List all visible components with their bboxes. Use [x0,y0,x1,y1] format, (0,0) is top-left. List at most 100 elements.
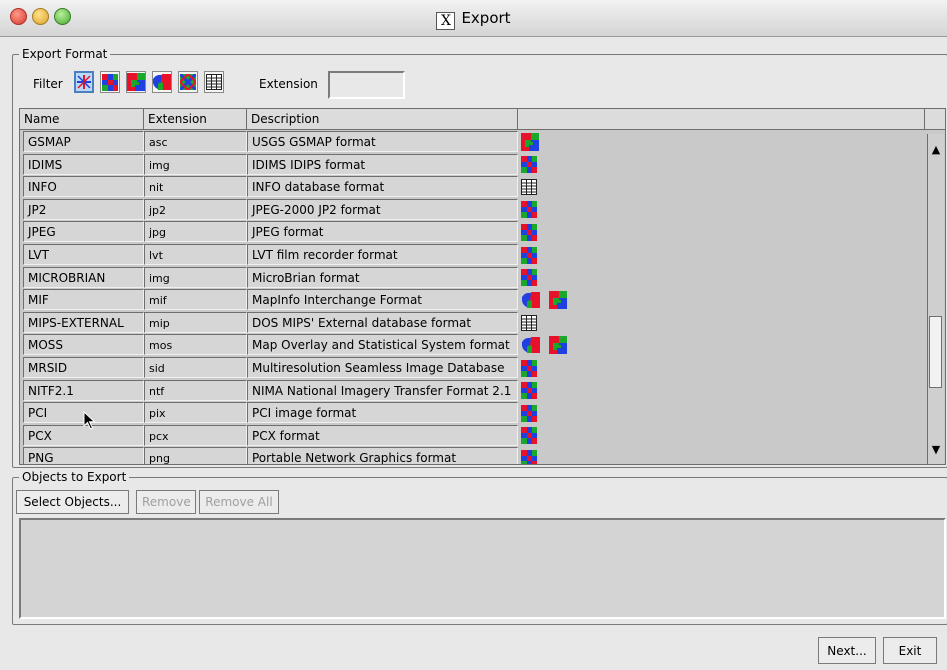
format-type-icons [521,200,537,220]
format-description: LVT film recorder format [247,244,518,265]
x11-icon: X [436,12,456,30]
format-description: Multiresolution Seamless Image Database [247,357,518,378]
raster-icon [102,73,118,91]
format-extension: pcx [144,424,247,446]
mouse-cursor-icon [83,411,96,430]
format-name: LVT [23,244,144,265]
format-name: MRSID [23,357,144,378]
database-icon [521,179,537,196]
remove-button[interactable]: Remove [136,490,196,514]
format-description: MicroBrian format [247,266,518,288]
filter-label: Filter [33,77,63,91]
format-type-icons [521,335,567,355]
format-extension: jp2 [144,198,247,220]
table-row[interactable]: MICROBRIAN img MicroBrian format [20,266,925,289]
format-type-icons [521,313,537,333]
title-bar: X Export [0,0,947,37]
raster-icon [521,201,537,219]
vector-icon [521,133,539,151]
table-row[interactable]: LVT lvt LVT film recorder format [20,243,925,266]
filter-cad-button[interactable] [152,71,172,93]
remove-all-button[interactable]: Remove All [199,490,279,514]
format-name: JPEG [23,221,144,243]
exit-button[interactable]: Exit [883,637,937,664]
objects-list[interactable] [19,518,946,619]
vector-icon [127,73,145,91]
table-row[interactable]: MIF mif MapInfo Interchange Format [20,288,925,311]
format-extension: img [144,266,247,288]
select-objects-button[interactable]: Select Objects... [16,490,129,514]
format-extension: png [144,447,247,464]
table-row[interactable]: JP2 jp2 JPEG-2000 JP2 format [20,198,925,221]
format-type-icons [521,177,537,197]
table-row[interactable]: IDIMS img IDIMS IDIPS format [20,153,925,176]
raster-icon [521,404,537,422]
extension-input[interactable] [328,71,405,99]
format-name: MOSS [23,334,144,356]
database-icon [521,314,537,331]
table-row[interactable]: GSMAP asc USGS GSMAP format [20,130,925,153]
export-format-legend: Export Format [19,46,111,62]
format-description: Portable Network Graphics format [247,447,518,464]
header-name[interactable]: Name [20,109,144,129]
vector-icon [549,291,567,310]
vector-icon [549,336,567,355]
header-extension[interactable]: Extension [144,109,247,129]
format-name: MICROBRIAN [23,266,144,288]
database-icon [206,74,222,90]
table-row[interactable]: MOSS mos Map Overlay and Statistical Syste… [20,333,925,356]
filter-database-button[interactable] [204,71,224,93]
extension-label: Extension [259,77,318,91]
objects-to-export-legend: Objects to Export [19,469,130,485]
table-row[interactable]: PCX pcx PCX format [20,424,925,447]
format-name: IDIMS [23,153,144,175]
format-type-icons [521,132,539,152]
scroll-thumb[interactable] [929,316,942,388]
all-types-icon [76,74,92,90]
header-description[interactable]: Description [247,109,518,129]
filter-vector-button[interactable] [126,71,146,93]
table-row[interactable]: MRSID sid Multiresolution Seamless Image D… [20,356,925,379]
format-description: PCX format [247,424,518,446]
format-name: INFO [23,176,144,198]
table-row[interactable]: MIPS-EXTERNAL mip DOS MIPS' External datab… [20,311,925,334]
next-button[interactable]: Next... [818,637,876,664]
format-description: JPEG-2000 JP2 format [247,198,518,220]
tin-icon [180,74,196,90]
format-name: NITF2.1 [23,379,144,401]
format-name: PNG [23,447,144,464]
format-type-icons [521,290,567,310]
raster-icon [521,449,537,464]
table-row[interactable]: JPEG jpg JPEG format [20,220,925,243]
format-description: Map Overlay and Statistical System forma… [247,334,518,356]
table-row[interactable]: PCI pix PCI image format [20,401,925,424]
table-row[interactable]: PNG png Portable Network Graphics format [20,446,925,464]
format-name: GSMAP [23,131,144,152]
scroll-down-arrow-icon[interactable]: ▼ [928,442,944,458]
cad-icon [152,73,172,91]
format-description: PCI image format [247,402,518,424]
format-description: INFO database format [247,176,518,198]
format-type-icons [521,426,537,446]
filter-all-types-button[interactable] [74,71,94,93]
format-description: USGS GSMAP format [247,131,518,152]
raster-icon [521,269,537,287]
format-type-icons [521,448,537,464]
filter-tin-button[interactable] [178,71,198,93]
table-row[interactable]: NITF2.1 ntf NIMA National Imagery Transfer… [20,379,925,402]
format-extension: sid [144,357,247,378]
format-type-icons [521,358,537,378]
format-description: NIMA National Imagery Transfer Format 2.… [247,379,518,401]
format-description: JPEG format [247,221,518,243]
header-types[interactable] [518,109,925,129]
format-type-icons [521,245,537,265]
raster-icon [521,156,537,174]
table-scrollbar[interactable]: ▲ ▼ [927,134,944,464]
filter-raster-button[interactable] [100,71,120,93]
cad-icon [521,336,541,354]
format-extension: img [144,153,247,175]
scroll-up-arrow-icon[interactable]: ▲ [928,142,944,158]
format-name: MIF [23,289,144,311]
table-row[interactable]: INFO nit INFO database format [20,175,925,198]
format-extension: mos [144,334,247,356]
